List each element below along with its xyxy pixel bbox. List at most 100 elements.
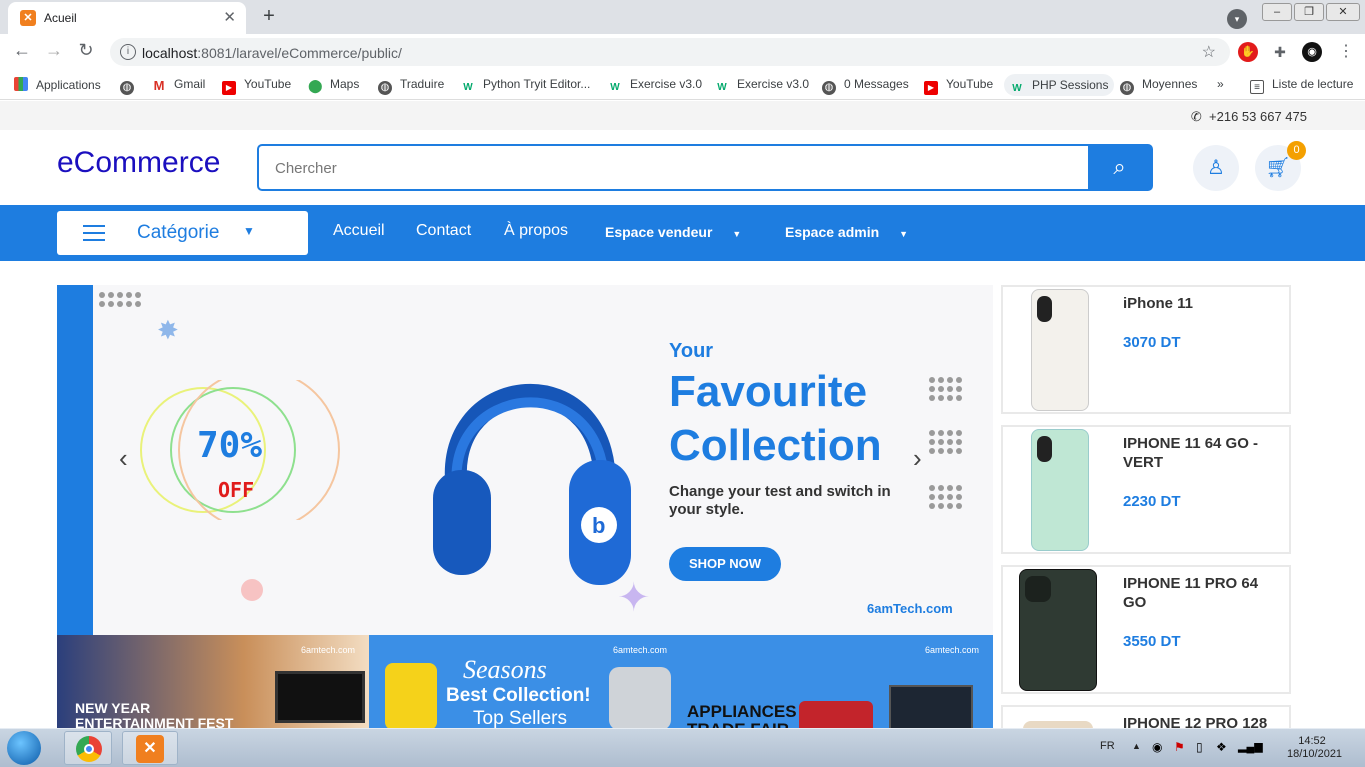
battery-icon[interactable]: ▯ xyxy=(1196,740,1203,754)
bookmark-messages[interactable]: ◍ 0 Messages xyxy=(822,77,909,95)
bookmark-label: Exercise v3.0 xyxy=(630,77,703,91)
reload-icon[interactable]: ↻ xyxy=(74,40,98,61)
promo-banner-new-year[interactable]: 6amtech.com NEW YEAR ENTERTAINMENT FEST xyxy=(57,635,369,730)
tray-expand-icon[interactable]: ▲ xyxy=(1132,741,1141,751)
product-name[interactable]: iPhone 11 xyxy=(1123,294,1283,313)
site-logo[interactable]: eCommerce xyxy=(57,146,220,180)
url-path: :8081/laravel/eCommerce/public/ xyxy=(197,45,402,61)
bookmark-star-icon[interactable]: ☆ xyxy=(1202,42,1216,62)
bookmark-label: Traduire xyxy=(400,77,445,91)
carousel-prev-arrow-icon[interactable]: ‹ xyxy=(119,443,128,474)
dropbox-icon[interactable]: ❖ xyxy=(1216,740,1227,754)
close-window-button[interactable]: ✕ xyxy=(1326,3,1360,21)
promo-banner-seasons[interactable]: 6amtech.com Seasons Best Collection! Top… xyxy=(369,635,681,730)
hero-banner[interactable]: ✸ ✦ 70% OFF b Your Favourite Collection C… xyxy=(57,285,993,635)
nav-espace-admin-label: Espace admin xyxy=(785,224,880,240)
site-topbar: ✆ +216 53 667 475 xyxy=(0,101,1365,130)
product-price: 2230 DT xyxy=(1123,493,1181,510)
discount-off: OFF xyxy=(218,478,255,502)
product-card[interactable]: IPHONE 11 64 GO - VERT 2230 DT xyxy=(1001,425,1291,554)
back-arrow-icon[interactable]: ← xyxy=(10,40,34,61)
nav-espace-vendeur[interactable]: Espace vendeur ▼ xyxy=(605,224,741,240)
adblock-extension-icon[interactable]: ✋ xyxy=(1238,42,1258,62)
network-icon[interactable]: ▂▄▆ xyxy=(1238,740,1263,753)
promo-title: NEW YEAR ENTERTAINMENT FEST xyxy=(75,701,233,731)
nav-a-propos[interactable]: À propos xyxy=(504,222,568,240)
bookmark-applications[interactable]: Applications xyxy=(14,77,101,92)
carousel-next-arrow-icon[interactable]: › xyxy=(913,443,922,474)
bookmark-label: 0 Messages xyxy=(844,77,909,91)
product-image xyxy=(1031,289,1089,411)
phone-contact[interactable]: ✆ +216 53 667 475 xyxy=(1191,109,1307,125)
bookmark-exercise-1[interactable]: W Exercise v3.0 xyxy=(608,77,702,95)
extensions-puzzle-icon[interactable]: ✚ xyxy=(1270,42,1290,62)
reading-list-icon: ≡ xyxy=(1250,80,1264,94)
decorative-dots xyxy=(929,485,962,509)
bookmark-exercise-2[interactable]: W Exercise v3.0 xyxy=(715,77,809,95)
profile-icon[interactable]: ▾ xyxy=(1227,9,1247,29)
phone-number: +216 53 667 475 xyxy=(1209,109,1307,124)
minimize-button[interactable]: – xyxy=(1262,3,1292,21)
promo-banner-appliances[interactable]: 6amtech.com APPLIANCES TRADE FAIR xyxy=(681,635,993,730)
product-card[interactable]: IPHONE 11 PRO 64 GO 3550 DT xyxy=(1001,565,1291,694)
browser-tab[interactable]: ✕ Acueil ✕ xyxy=(8,2,246,34)
bookmark-label: YouTube xyxy=(946,77,994,91)
nav-espace-vendeur-label: Espace vendeur xyxy=(605,224,713,240)
promo-tag: 6amtech.com xyxy=(300,645,355,655)
shop-now-button[interactable]: SHOP NOW xyxy=(669,547,781,581)
url-host: localhost xyxy=(142,45,198,61)
clock-date: 18/10/2021 xyxy=(1287,748,1343,760)
product-name[interactable]: IPHONE 11 PRO 64 GO xyxy=(1123,574,1283,612)
bookmarks-more-button[interactable]: » xyxy=(1217,77,1224,91)
promo-tag: 6amtech.com xyxy=(612,645,667,655)
category-dropdown[interactable]: Catégorie ▼ xyxy=(57,211,308,255)
camera-image xyxy=(799,701,873,730)
bookmark-label: Exercise v3.0 xyxy=(737,77,810,91)
nav-accueil[interactable]: Accueil xyxy=(333,222,385,240)
tab-close-icon[interactable]: ✕ xyxy=(223,8,236,26)
bookmark-python-tryit[interactable]: W Python Tryit Editor... xyxy=(461,77,590,95)
reading-list-button[interactable]: ≡ Liste de lecture xyxy=(1250,77,1353,94)
browser-tab-strip: ✕ Acueil ✕ + ▾ – ❐ ✕ xyxy=(0,0,1365,34)
clock[interactable]: 14:52 18/10/2021 xyxy=(1287,735,1342,761)
taskbar-chrome[interactable] xyxy=(64,731,112,765)
search-button[interactable]: ⌕ xyxy=(1088,146,1151,189)
language-indicator[interactable]: FR xyxy=(1100,740,1115,752)
maximize-button[interactable]: ❐ xyxy=(1294,3,1324,21)
bookmark-moyennes[interactable]: ◍ Moyennes xyxy=(1120,77,1197,95)
bookmark-gmail[interactable]: M Gmail xyxy=(152,77,206,93)
nav-contact[interactable]: Contact xyxy=(416,222,471,240)
info-icon[interactable]: i xyxy=(120,44,136,60)
decorative-dots xyxy=(929,430,962,454)
new-tab-button[interactable]: + xyxy=(256,5,282,29)
nav-espace-admin[interactable]: Espace admin ▼ xyxy=(785,224,908,240)
bookmark-php-sessions[interactable]: W PHP Sessions xyxy=(1004,74,1115,96)
taskbar-xampp[interactable]: ✕ xyxy=(122,731,178,765)
bookmark-youtube-2[interactable]: ▶ YouTube xyxy=(924,77,993,95)
backpack-image xyxy=(385,663,437,730)
decorative-dots xyxy=(99,292,141,307)
pressure-cooker-image xyxy=(609,667,671,730)
flag-icon[interactable]: ⚑ xyxy=(1174,740,1185,754)
bookmark-youtube[interactable]: ▶ YouTube xyxy=(222,77,291,95)
address-bar[interactable]: i localhost:8081/laravel/eCommerce/publi… xyxy=(110,38,1230,66)
bookmark-maps[interactable]: ⬤ Maps xyxy=(308,77,359,93)
headphones-image: b xyxy=(433,384,631,585)
chevron-down-icon: ▼ xyxy=(243,224,255,238)
bookmark-globe[interactable]: ◍ xyxy=(120,77,142,95)
banner-heading-line: Favourite xyxy=(669,367,868,416)
account-avatar-icon[interactable]: ◉ xyxy=(1302,42,1322,62)
bookmark-traduire[interactable]: ◍ Traduire xyxy=(378,77,444,95)
product-name[interactable]: IPHONE 11 64 GO - VERT xyxy=(1123,434,1283,472)
chevron-down-icon: ▼ xyxy=(732,229,742,239)
tray-app-icon[interactable]: ◉ xyxy=(1152,740,1162,754)
bookmark-label: Applications xyxy=(36,78,101,92)
search-input[interactable]: Chercher ⌕ xyxy=(257,144,1153,191)
start-button[interactable] xyxy=(2,730,48,766)
product-card[interactable]: iPhone 11 3070 DT xyxy=(1001,285,1291,414)
account-button[interactable]: ♙ xyxy=(1193,145,1239,191)
youtube-icon: ▶ xyxy=(924,81,938,95)
main-navbar: Catégorie ▼ Accueil Contact À propos Esp… xyxy=(0,205,1365,261)
forward-arrow-icon[interactable]: → xyxy=(42,40,66,61)
menu-kebab-icon[interactable]: ⋮ xyxy=(1336,42,1356,62)
